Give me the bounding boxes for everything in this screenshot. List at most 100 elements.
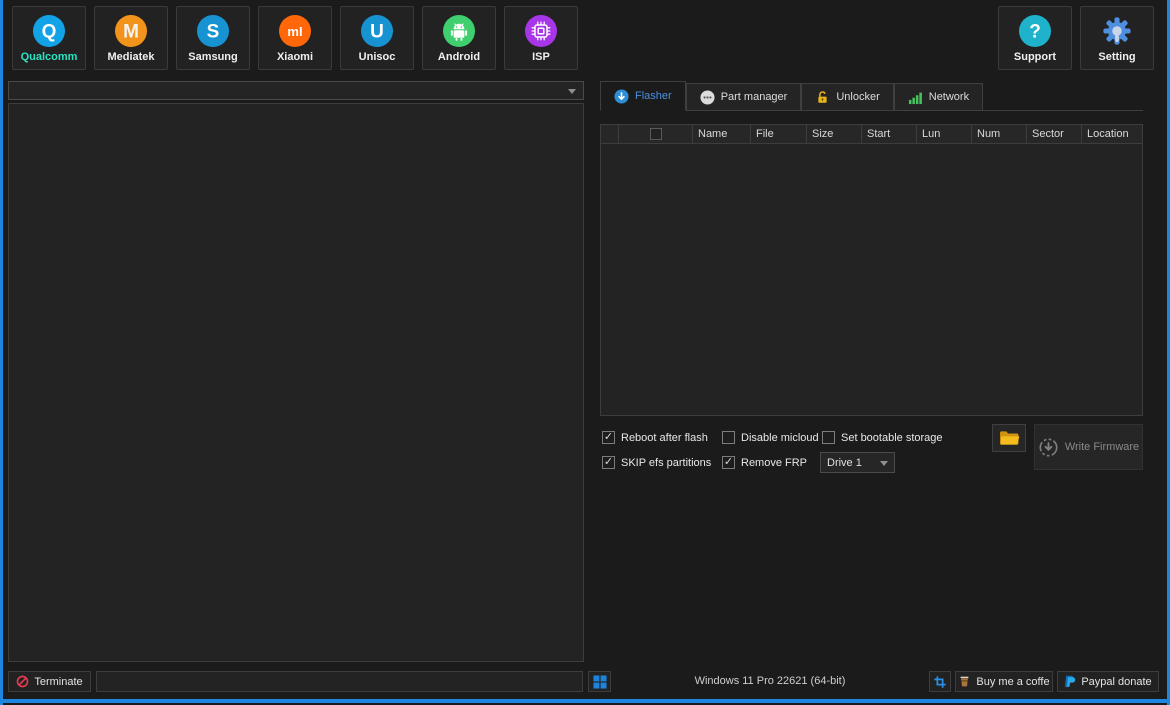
windows-info-button[interactable] xyxy=(588,671,611,692)
table-col-file[interactable]: File xyxy=(751,125,807,143)
tab-label: Unlocker xyxy=(836,91,879,103)
brand-label: Qualcomm xyxy=(21,51,78,63)
brand-button-samsung[interactable]: S Samsung xyxy=(176,6,250,70)
brand-button-isp[interactable]: ISP xyxy=(504,6,578,70)
window-frame xyxy=(0,699,1170,703)
brand-toolbar: Q Qualcomm M Mediatek S Samsung mI Xiaom… xyxy=(12,6,578,70)
signal-bars-icon xyxy=(908,90,923,105)
checkbox-label: Disable micloud xyxy=(741,432,819,444)
table-col-sector[interactable]: Sector xyxy=(1027,125,1082,143)
brand-button-xiaomi[interactable]: mI Xiaomi xyxy=(258,6,332,70)
brand-button-unisoc[interactable]: U Unisoc xyxy=(340,6,414,70)
paypal-donate-label: Paypal donate xyxy=(1081,676,1151,688)
brand-label: Android xyxy=(438,51,480,63)
windows-logo-icon xyxy=(593,675,607,689)
brand-button-qualcomm[interactable]: Q Qualcomm xyxy=(12,6,86,70)
write-firmware-button[interactable]: Write Firmware xyxy=(1034,424,1143,470)
checkbox-box[interactable]: ✓ xyxy=(602,456,615,469)
tab-label: Flasher xyxy=(635,90,672,102)
device-port-combobox[interactable] xyxy=(8,81,584,100)
qualcomm-icon: Q xyxy=(32,14,66,48)
checkbox-label: Reboot after flash xyxy=(621,432,708,444)
drive-select[interactable]: Drive 1 xyxy=(820,452,895,473)
brand-button-android[interactable]: Android xyxy=(422,6,496,70)
brand-label: Xiaomi xyxy=(277,51,313,63)
setting-button[interactable]: Setting xyxy=(1080,6,1154,70)
app-window: Q Qualcomm M Mediatek S Samsung mI Xiaom… xyxy=(0,0,1170,705)
svg-text:mI: mI xyxy=(287,24,302,39)
setting-label: Setting xyxy=(1098,51,1135,63)
table-col-num[interactable]: Num xyxy=(972,125,1027,143)
checkbox-box[interactable]: ✓ xyxy=(822,431,835,444)
flash-progressbar xyxy=(96,671,583,692)
select-all-checkbox[interactable] xyxy=(650,128,662,140)
checkbox-set-bootable-storage[interactable]: ✓ Set bootable storage xyxy=(822,431,943,444)
checkbox-box[interactable]: ✓ xyxy=(722,456,735,469)
support-button[interactable]: ? Support xyxy=(998,6,1072,70)
mediatek-icon: M xyxy=(114,14,148,48)
checkbox-box[interactable]: ✓ xyxy=(602,431,615,444)
svg-text:Q: Q xyxy=(42,21,57,42)
support-label: Support xyxy=(1014,51,1056,63)
tab-part-manager[interactable]: Part manager xyxy=(686,83,802,110)
svg-text:M: M xyxy=(123,21,139,42)
table-col-lun[interactable]: Lun xyxy=(917,125,972,143)
log-output-area[interactable] xyxy=(8,103,584,662)
table-col-start[interactable]: Start xyxy=(862,125,917,143)
checkbox-box[interactable]: ✓ xyxy=(722,431,735,444)
tab-unlocker[interactable]: Unlocker xyxy=(801,83,893,110)
paypal-donate-button[interactable]: Paypal donate xyxy=(1057,671,1159,692)
tab-bar: Flasher Part manager Unlocker Network xyxy=(600,81,1143,111)
buy-coffee-label: Buy me a coffe xyxy=(976,676,1049,688)
coffee-cup-icon xyxy=(958,675,971,688)
checkbox-reboot-after-flash[interactable]: ✓ Reboot after flash xyxy=(602,431,708,444)
checkbox-disable-micloud[interactable]: ✓ Disable micloud xyxy=(722,431,819,444)
checkbox-label: Remove FRP xyxy=(741,457,807,469)
gear-icon xyxy=(1100,14,1134,48)
padlock-icon xyxy=(815,90,830,105)
partition-table: Name File Size Start Lun Num Sector Loca… xyxy=(600,124,1143,416)
paypal-icon xyxy=(1064,675,1076,688)
table-col-size[interactable]: Size xyxy=(807,125,862,143)
table-col-select[interactable] xyxy=(619,125,693,143)
help-icon: ? xyxy=(1018,14,1052,48)
svg-text:U: U xyxy=(370,21,384,42)
brand-label: ISP xyxy=(532,51,550,63)
table-col-name[interactable]: Name xyxy=(693,125,751,143)
table-col-row-index xyxy=(601,125,619,143)
check-icon: ✓ xyxy=(604,457,613,468)
window-frame xyxy=(0,0,3,705)
tab-network[interactable]: Network xyxy=(894,83,983,110)
utility-toolbar: ? Support Setting xyxy=(998,6,1154,70)
samsung-icon: S xyxy=(196,14,230,48)
tab-label: Network xyxy=(929,91,969,103)
brand-label: Samsung xyxy=(188,51,238,63)
chevron-down-icon xyxy=(568,89,576,94)
svg-text:?: ? xyxy=(1029,21,1041,42)
download-circle-icon xyxy=(1038,437,1059,458)
terminate-label: Terminate xyxy=(34,676,82,688)
tab-label: Part manager xyxy=(721,91,788,103)
isp-chip-icon xyxy=(524,14,558,48)
android-icon xyxy=(442,14,476,48)
combobox-value xyxy=(9,82,583,86)
screenshot-button[interactable] xyxy=(929,671,951,692)
brand-button-mediatek[interactable]: M Mediatek xyxy=(94,6,168,70)
xiaomi-icon: mI xyxy=(278,14,312,48)
brand-label: Mediatek xyxy=(107,51,154,63)
table-col-location[interactable]: Location xyxy=(1082,125,1142,143)
tab-flasher[interactable]: Flasher xyxy=(600,81,686,111)
ellipsis-icon xyxy=(700,90,715,105)
checkbox-remove-frp[interactable]: ✓ Remove FRP xyxy=(722,456,807,469)
unisoc-icon: U xyxy=(360,14,394,48)
buy-coffee-button[interactable]: Buy me a coffe xyxy=(955,671,1053,692)
checkbox-label: Set bootable storage xyxy=(841,432,943,444)
drive-select-value: Drive 1 xyxy=(827,457,862,469)
open-firmware-folder-button[interactable] xyxy=(992,424,1026,452)
chevron-down-icon xyxy=(880,461,888,466)
flasher-download-icon xyxy=(614,89,629,104)
crop-icon xyxy=(933,675,947,689)
svg-text:S: S xyxy=(207,21,220,42)
terminate-button[interactable]: Terminate xyxy=(8,671,91,692)
checkbox-skip-efs-partitions[interactable]: ✓ SKIP efs partitions xyxy=(602,456,711,469)
